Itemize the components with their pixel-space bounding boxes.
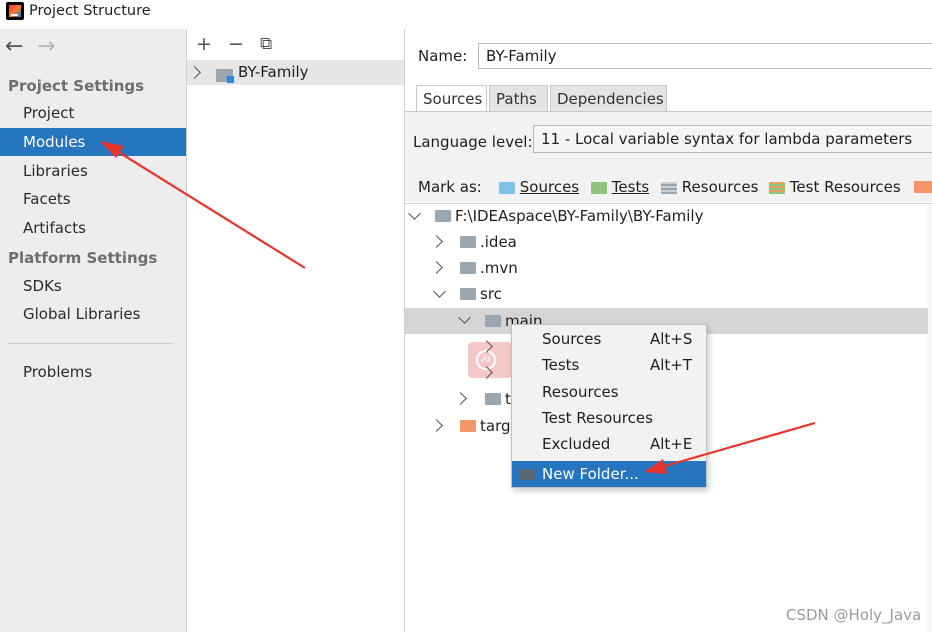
annotation-arrows [100,141,816,474]
annotation-arrow-new-folder [644,421,816,474]
annotation-arrow-modules [100,141,306,269]
watermark: CSDN @Holy_Java [786,606,922,624]
